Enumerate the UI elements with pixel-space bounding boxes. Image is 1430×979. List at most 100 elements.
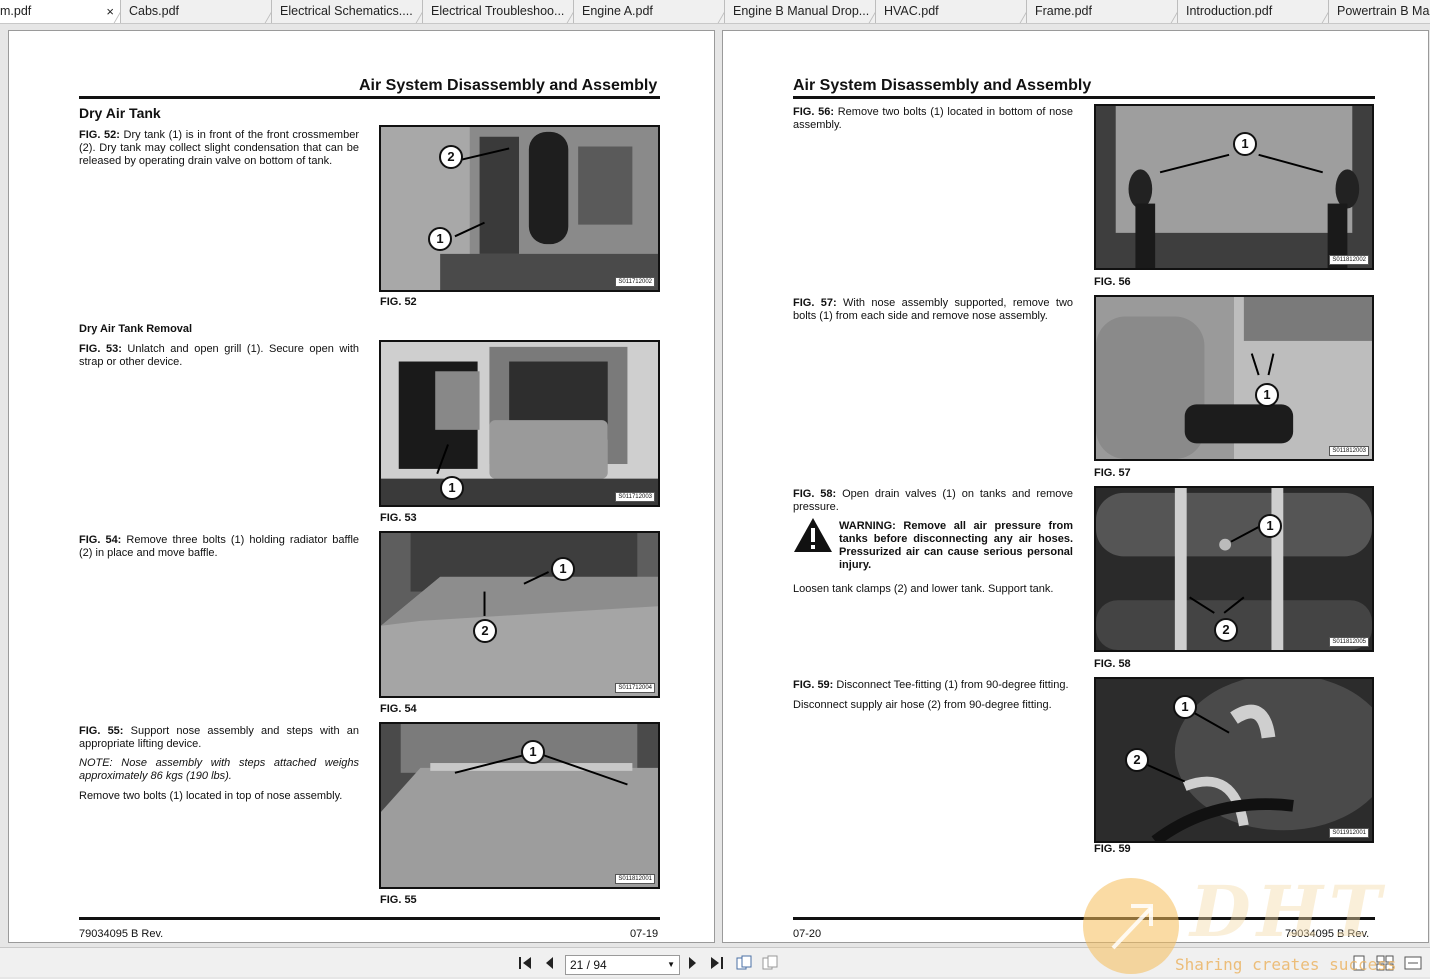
callout-1: 1: [1233, 132, 1257, 156]
tab-introduction[interactable]: Introduction.pdf: [1178, 0, 1329, 23]
fig-description: Dry tank (1) is in front of the front cr…: [79, 129, 359, 167]
figure-id: S011812001: [615, 874, 655, 884]
fig55-text2: Remove two bolts (1) located in top of n…: [79, 790, 343, 802]
callout-2: 2: [1214, 618, 1238, 642]
fig58-text2: Loosen tank clamps (2) and lower tank. S…: [793, 583, 1054, 595]
fig57-image: 1 S011812003: [1094, 295, 1374, 461]
fig54-text: FIG. 54: Remove three bolts (1) holding …: [79, 534, 359, 560]
fig55-text: FIG. 55: Support nose assembly and steps…: [79, 725, 359, 751]
fig-label: FIG. 57:: [793, 297, 837, 309]
figure-id: S011812002: [1329, 255, 1369, 265]
tab-m-pdf[interactable]: m.pdf ×: [0, 0, 121, 23]
callout-1: 1: [1173, 695, 1197, 719]
prev-page-icon[interactable]: [544, 955, 554, 971]
watermark-logo: [1083, 878, 1179, 974]
tab-label: Electrical Troubleshoo...: [431, 4, 565, 18]
tab-label: Electrical Schematics....: [280, 4, 413, 18]
tab-electrical-troubleshooting[interactable]: Electrical Troubleshoo...: [423, 0, 574, 23]
fig59-image: 1 2 S011912001: [1094, 677, 1374, 843]
callout-2: 2: [473, 619, 497, 643]
figure-id: S011912001: [1329, 828, 1369, 838]
callout-2: 2: [1125, 748, 1149, 772]
tab-label: Frame.pdf: [1035, 4, 1092, 18]
page-title: Air System Disassembly and Assembly: [359, 77, 658, 94]
figure-id: S011712002: [615, 277, 655, 287]
tab-powertrain-b[interactable]: Powertrain B Ma: [1329, 0, 1430, 23]
fig59-text: FIG. 59: Disconnect Tee-fitting (1) from…: [793, 679, 1083, 692]
chevron-down-icon[interactable]: ▼: [667, 956, 675, 974]
fig-label: FIG. 59:: [793, 679, 834, 691]
fig53-image: 1 S011712003: [379, 340, 660, 507]
fig58-image: 1 2 S011812005: [1094, 486, 1374, 652]
fig52-image: 2 1 S011712002: [379, 125, 660, 292]
fig-label: FIG. 56:: [793, 106, 835, 118]
next-page-icon[interactable]: [688, 955, 698, 971]
continuous-view-icon[interactable]: [762, 955, 778, 971]
footer-doc-number: 79034095 B Rev.: [79, 928, 164, 940]
fig56-image: 1 S011812002: [1094, 104, 1374, 270]
figure-id: S011812003: [1329, 446, 1369, 456]
fig59-text2: Disconnect supply air hose (2) from 90-d…: [793, 699, 1052, 711]
section-heading: Dry Air Tank: [79, 105, 161, 121]
fig54-image: 1 2 S011712004: [379, 531, 660, 698]
page-title: Air System Disassembly and Assembly: [793, 77, 1092, 94]
tab-electrical-schematics[interactable]: Electrical Schematics....: [272, 0, 423, 23]
fig56-text: FIG. 56: Remove two bolts (1) located in…: [793, 106, 1073, 132]
fig57-text: FIG. 57: With nose assembly supported, r…: [793, 297, 1073, 323]
tab-cabs[interactable]: Cabs.pdf: [121, 0, 272, 23]
fig53-drawing: [381, 342, 658, 505]
figure-caption: FIG. 59: [1094, 843, 1131, 855]
fig58-text: FIG. 58: Open drain valves (1) on tanks …: [793, 488, 1073, 514]
document-viewer[interactable]: Air System Disassembly and Assembly Dry …: [0, 25, 1430, 947]
figure-caption: FIG. 54: [380, 703, 417, 715]
tab-frame[interactable]: Frame.pdf: [1027, 0, 1178, 23]
two-page-view-icon[interactable]: [736, 955, 752, 971]
tab-engine-a[interactable]: Engine A.pdf: [574, 0, 725, 23]
figure-id: S011712004: [615, 683, 655, 693]
fit-width-icon[interactable]: [1404, 955, 1422, 971]
tab-label: Cabs.pdf: [129, 4, 180, 18]
tab-label: m.pdf: [0, 4, 32, 18]
fig53-text: FIG. 53: Unlatch and open grill (1). Sec…: [79, 343, 359, 369]
tab-label: Introduction.pdf: [1186, 4, 1273, 18]
fig-description: Unlatch and open grill (1). Secure open …: [79, 343, 359, 368]
tab-engine-b[interactable]: Engine B Manual Drop...: [725, 0, 876, 23]
tab-hvac[interactable]: HVAC.pdf: [876, 0, 1027, 23]
figure-caption: FIG. 57: [1094, 467, 1131, 479]
fig56-drawing: [1096, 106, 1372, 268]
page-number-input[interactable]: 21 / 94 ▼: [565, 955, 680, 975]
callout-1: 1: [428, 227, 452, 251]
fig55-note: NOTE: Nose assembly with steps attached …: [79, 757, 359, 782]
callout-1: 1: [1258, 514, 1282, 538]
fig52-text: FIG. 52: Dry tank (1) is in front of the…: [79, 129, 359, 168]
fig-label: FIG. 52:: [79, 129, 120, 141]
title-rule: [793, 96, 1375, 99]
title-rule: [79, 96, 660, 99]
figure-id: S011812005: [1329, 637, 1369, 647]
close-tab-icon[interactable]: ×: [106, 0, 114, 23]
fig-description: Remove three bolts (1) holding radiator …: [79, 534, 360, 559]
fig-label: FIG. 58:: [793, 488, 837, 500]
fig57-drawing: [1096, 297, 1372, 459]
last-page-icon[interactable]: [710, 955, 724, 971]
first-page-icon[interactable]: [518, 955, 532, 971]
figure-caption: FIG. 53: [380, 512, 417, 524]
warning-icon: [794, 518, 832, 552]
figure-caption: FIG. 52: [380, 296, 417, 308]
subsection-heading: Dry Air Tank Removal: [79, 323, 193, 335]
tab-label: Engine A.pdf: [582, 4, 653, 18]
page-indicator: 21 / 94: [570, 958, 607, 972]
fig55-image: 1 S011812001: [379, 722, 660, 889]
figure-caption: FIG. 55: [380, 894, 417, 906]
fig-description: Remove two bolts (1) located in bottom o…: [793, 106, 1073, 131]
callout-1: 1: [1255, 383, 1279, 407]
watermark-brand: DHT: [1190, 870, 1387, 953]
footer-rule: [79, 917, 660, 920]
callout-1: 1: [521, 740, 545, 764]
footer-page-number: 07-20: [793, 928, 822, 940]
page-right: Air System Disassembly and Assembly FIG.…: [722, 30, 1429, 943]
fig-label: FIG. 54:: [79, 534, 122, 546]
callout-1: 1: [551, 557, 575, 581]
tab-label: Powertrain B Ma: [1337, 4, 1430, 18]
callout-2: 2: [439, 145, 463, 169]
